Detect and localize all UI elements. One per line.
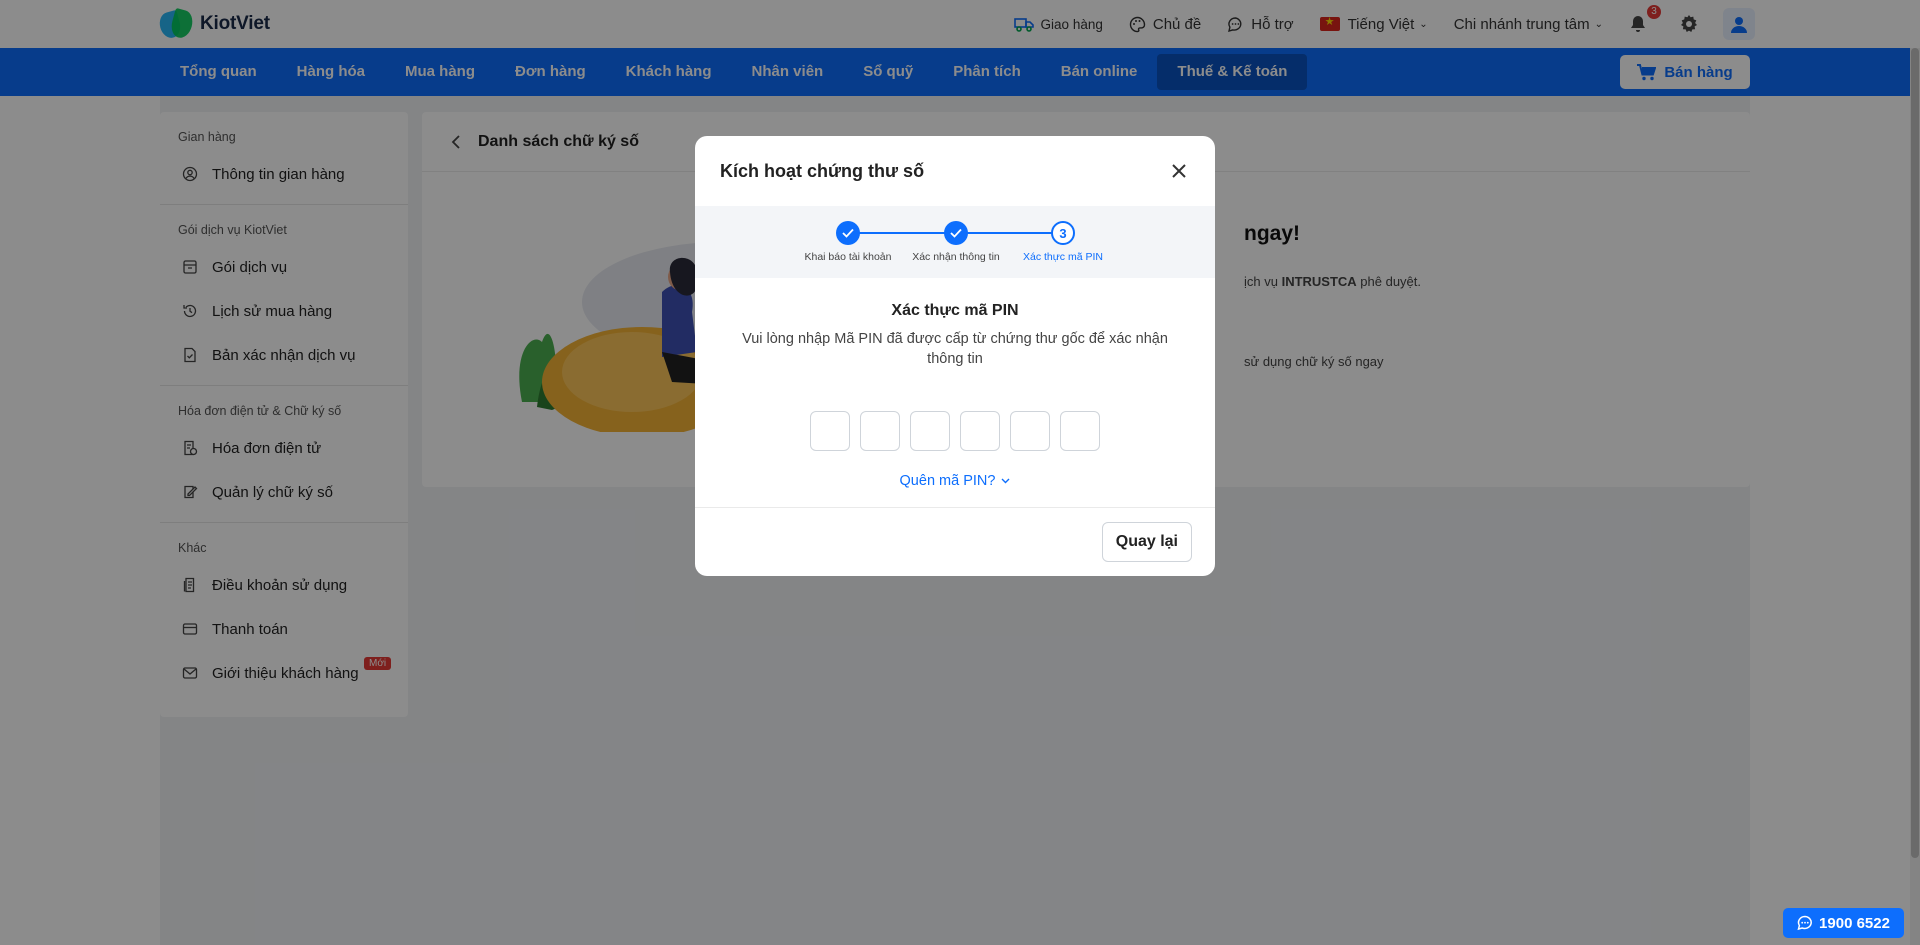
close-button[interactable] (1167, 159, 1191, 183)
pin-digit-input[interactable] (1010, 411, 1050, 451)
hotline-label: 1900 6522 (1819, 914, 1890, 932)
pin-description: Vui lòng nhập Mã PIN đã được cấp từ chứn… (742, 331, 1168, 367)
pin-digit-input[interactable] (960, 411, 1000, 451)
check-icon (836, 221, 860, 245)
chat-icon (1797, 915, 1812, 931)
pin-inputs (695, 411, 1215, 451)
back-button[interactable]: Quay lại (1101, 522, 1192, 562)
forgot-pin-link[interactable]: Quên mã PIN? (900, 473, 1011, 489)
dialog-header: Kích hoạt chứng thư số (695, 136, 1215, 206)
forgot-pin-label: Quên mã PIN? (899, 473, 996, 489)
step-3-number: 3 (1051, 221, 1075, 245)
activate-certificate-dialog: Kích hoạt chứng thư số Khai báo tài khoả… (695, 136, 1215, 576)
check-icon (944, 221, 968, 245)
pin-heading: Xác thực mã PIN (891, 302, 1019, 319)
step-3-label: Xác thực mã PIN (1023, 251, 1103, 263)
pin-digit-input[interactable] (910, 411, 950, 451)
step-3: 3 Xác thực mã PIN (998, 221, 1128, 263)
hotline-button[interactable]: 1900 6522 (1783, 908, 1904, 938)
dialog-body: Xác thực mã PIN Vui lòng nhập Mã PIN đã … (695, 278, 1215, 508)
chevron-down-icon (1001, 478, 1010, 484)
pin-digit-input[interactable] (810, 411, 850, 451)
dialog-footer: Quay lại (695, 508, 1215, 576)
close-icon (1172, 164, 1186, 178)
progress-stepper: Khai báo tài khoản Xác nhận thông tin 3 … (695, 206, 1215, 278)
pin-digit-input[interactable] (1060, 411, 1100, 451)
pin-digit-input[interactable] (860, 411, 900, 451)
dialog-title: Kích hoạt chứng thư số (720, 160, 925, 181)
